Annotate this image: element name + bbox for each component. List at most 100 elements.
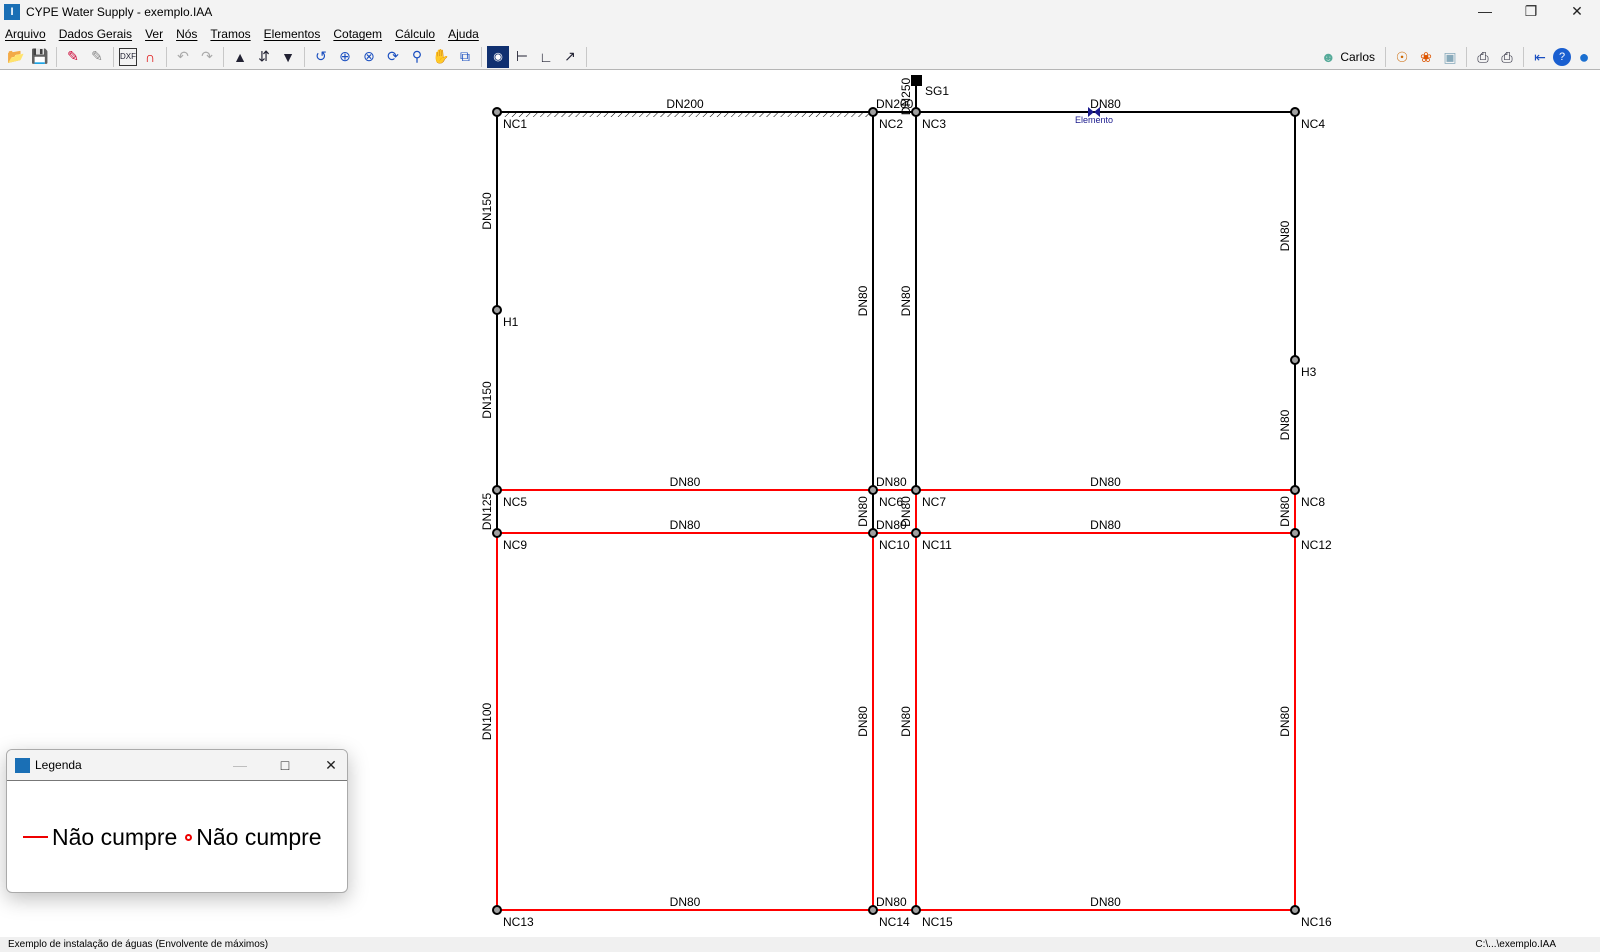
legend-body: Não cumpre Não cumpre bbox=[7, 781, 347, 892]
globe-icon[interactable]: ● bbox=[1573, 46, 1595, 68]
app-icon: I bbox=[4, 4, 20, 20]
node-NC2[interactable] bbox=[868, 107, 878, 117]
node-NC4[interactable] bbox=[1290, 107, 1300, 117]
status-bar: Exemplo de instalação de águas (Envolven… bbox=[0, 937, 1600, 952]
pipe-label: DN200 bbox=[666, 97, 704, 111]
legend-window[interactable]: Legenda — □ ✕ Não cumpre Não cumpre bbox=[6, 749, 348, 893]
node-label: NC14 bbox=[879, 915, 910, 929]
reservoir-icon[interactable] bbox=[911, 75, 922, 86]
save-icon[interactable]: 💾 bbox=[29, 46, 51, 68]
node-H3[interactable] bbox=[1290, 355, 1300, 365]
zoom-x2-icon[interactable]: ⊗ bbox=[358, 46, 380, 68]
node-NC11[interactable] bbox=[911, 528, 921, 538]
node-NC1[interactable] bbox=[492, 107, 502, 117]
arrow-up-icon[interactable]: ▲ bbox=[229, 46, 251, 68]
exit-icon[interactable]: ⇤ bbox=[1529, 46, 1551, 68]
legend-close-button[interactable]: ✕ bbox=[311, 750, 347, 781]
node-NC6[interactable] bbox=[868, 485, 878, 495]
node-NC14[interactable] bbox=[868, 905, 878, 915]
pipe-label: DN80 bbox=[876, 475, 907, 489]
bim-model-icon[interactable]: ▣ bbox=[1439, 46, 1461, 68]
redo-icon[interactable]: ↷ bbox=[196, 46, 218, 68]
node-NC10[interactable] bbox=[868, 528, 878, 538]
measure-icon[interactable]: ↗ bbox=[559, 46, 581, 68]
undo-icon[interactable]: ↶ bbox=[172, 46, 194, 68]
share-icon[interactable]: ❀ bbox=[1415, 46, 1437, 68]
node-label: NC11 bbox=[922, 538, 952, 552]
legend-maximize-button[interactable]: □ bbox=[265, 750, 305, 781]
print-icon[interactable]: ⎙ bbox=[1472, 46, 1494, 68]
node-label: H3 bbox=[1301, 365, 1317, 379]
pipe-label: DN80 bbox=[856, 706, 870, 737]
source-label: SG1 bbox=[925, 84, 949, 98]
node-label: NC16 bbox=[1301, 915, 1332, 929]
print-preview-icon[interactable]: ⎙ bbox=[1496, 46, 1518, 68]
pan-hand-icon[interactable]: ✋ bbox=[430, 46, 452, 68]
arrow-updown-icon[interactable]: ⇵ bbox=[253, 46, 275, 68]
toolbar-separator bbox=[166, 46, 167, 67]
menu-dados-gerais[interactable]: Dados Gerais bbox=[54, 27, 140, 41]
node-NC13[interactable] bbox=[492, 905, 502, 915]
menu-ver[interactable]: Ver bbox=[140, 27, 171, 41]
toolbar-separator bbox=[304, 46, 305, 67]
minimize-button[interactable]: — bbox=[1462, 0, 1508, 24]
dxf-dwg-icon[interactable]: DXF bbox=[119, 47, 137, 66]
node-label: NC8 bbox=[1301, 495, 1325, 509]
user-name[interactable]: Carlos bbox=[1340, 50, 1375, 64]
node-label: NC13 bbox=[503, 915, 534, 929]
angle-icon[interactable]: ∟ bbox=[535, 46, 557, 68]
node-label: NC5 bbox=[503, 495, 527, 509]
edit-pencils-icon[interactable]: ✎ bbox=[62, 46, 84, 68]
window-view-icon[interactable]: ⧉ bbox=[454, 46, 476, 68]
restore-button[interactable]: ❐ bbox=[1508, 0, 1554, 24]
redraw-icon[interactable]: ⟳ bbox=[382, 46, 404, 68]
node-NC3[interactable] bbox=[911, 107, 921, 117]
legend-title: Legenda bbox=[35, 758, 82, 772]
zoom-previous-icon[interactable]: ↺ bbox=[310, 46, 332, 68]
pipe-label: DN80 bbox=[899, 285, 913, 316]
node-NC16[interactable] bbox=[1290, 905, 1300, 915]
magnet-icon[interactable]: ∩ bbox=[139, 46, 161, 68]
node-label: NC12 bbox=[1301, 538, 1332, 552]
toolbar: 📂 💾 ✎ ✎ DXF ∩ ↶ ↷ ▲ ⇵ ▼ ↺ ⊕ ⊗ ⟳ ⚲ ✋ ⧉ ◉ … bbox=[0, 44, 1600, 70]
pipe-label: DN80 bbox=[1278, 496, 1292, 527]
node-label: NC6 bbox=[879, 495, 903, 509]
node-NC12[interactable] bbox=[1290, 528, 1300, 538]
menu-tramos[interactable]: Tramos bbox=[205, 27, 258, 41]
pipe-label: DN80 bbox=[1278, 220, 1292, 251]
node-NC8[interactable] bbox=[1290, 485, 1300, 495]
node-H1[interactable] bbox=[492, 305, 502, 315]
legend-title-bar[interactable]: Legenda — □ ✕ bbox=[7, 750, 347, 781]
menu-ajuda[interactable]: Ajuda bbox=[443, 27, 487, 41]
pipe-label: DN80 bbox=[856, 285, 870, 316]
toolbar-separator bbox=[1523, 47, 1524, 67]
menu-arquivo[interactable]: Arquivo bbox=[0, 27, 54, 41]
node-NC7[interactable] bbox=[911, 485, 921, 495]
zoom-window-icon[interactable]: ⚲ bbox=[406, 46, 428, 68]
help-icon[interactable]: ? bbox=[1553, 48, 1571, 66]
update-icon[interactable]: ☉ bbox=[1391, 46, 1413, 68]
toolbar-separator bbox=[1385, 47, 1386, 67]
legend-pipe-label: Não cumpre bbox=[52, 823, 178, 850]
binoculars-icon[interactable]: ◉ bbox=[487, 45, 509, 68]
node-NC15[interactable] bbox=[911, 905, 921, 915]
axes-xy-icon[interactable]: ⊢ bbox=[511, 46, 533, 68]
menu-calculo[interactable]: Cálculo bbox=[390, 27, 443, 41]
pipe-label: DN80 bbox=[899, 706, 913, 737]
pipe-label: DN80 bbox=[876, 518, 907, 532]
node-label: NC7 bbox=[922, 495, 946, 509]
legend-minimize-button[interactable]: — bbox=[220, 750, 260, 781]
close-button[interactable]: ✕ bbox=[1554, 0, 1600, 24]
open-folder-icon[interactable]: 📂 bbox=[5, 46, 27, 68]
menu-elementos[interactable]: Elementos bbox=[259, 27, 329, 41]
node-NC5[interactable] bbox=[492, 485, 502, 495]
status-file-path: C:\...\exemplo.IAA bbox=[1475, 939, 1556, 950]
arrow-down-icon[interactable]: ▼ bbox=[277, 46, 299, 68]
node-NC9[interactable] bbox=[492, 528, 502, 538]
pencils-disabled-icon[interactable]: ✎ bbox=[86, 46, 108, 68]
node-label: NC2 bbox=[879, 117, 903, 131]
zoom-all-icon[interactable]: ⊕ bbox=[334, 46, 356, 68]
menu-cotagem[interactable]: Cotagem bbox=[328, 27, 390, 41]
user-icon[interactable]: ☻ bbox=[1317, 46, 1339, 68]
menu-nos[interactable]: Nós bbox=[171, 27, 205, 41]
